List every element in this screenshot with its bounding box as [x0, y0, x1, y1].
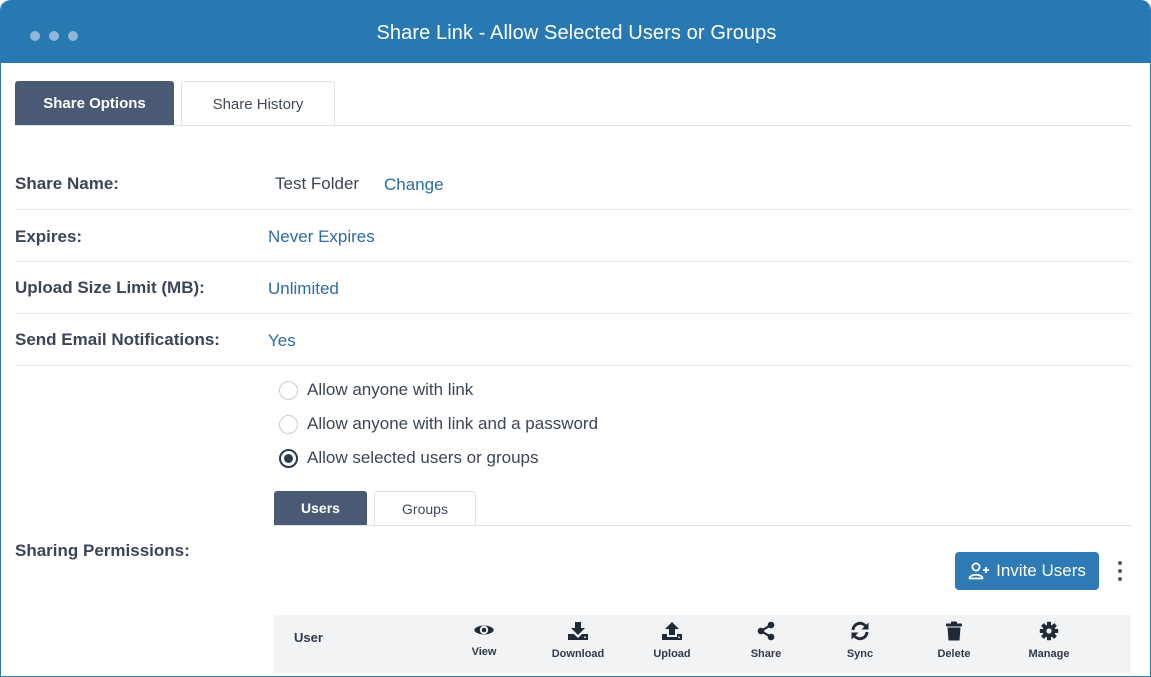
sharing-permissions-label: Sharing Permissions:	[15, 541, 190, 560]
radio-option-anyone-with-link-password[interactable]: Allow anyone with link and a password	[279, 413, 598, 435]
invite-users-label: Invite Users	[996, 561, 1086, 580]
upload-limit-value-link[interactable]: Unlimited	[268, 279, 339, 299]
email-notifications-value-link[interactable]: Yes	[268, 331, 296, 351]
email-notifications-label: Send Email Notifications:	[15, 330, 220, 349]
row-divider	[15, 209, 1131, 210]
share-name-value: Test Folder	[275, 174, 360, 193]
tab-share-history[interactable]: Share History	[181, 81, 335, 126]
column-header-user: User	[294, 630, 323, 645]
column-header-manage: Manage	[1009, 621, 1089, 660]
row-divider	[15, 365, 1131, 366]
radio-label: Allow anyone with link and a password	[307, 414, 599, 433]
radio-label: Allow anyone with link	[307, 380, 474, 399]
change-share-name-link[interactable]: Change	[384, 175, 444, 195]
column-header-sync: Sync	[820, 621, 900, 660]
share-link-dialog: Share Link - Allow Selected Users or Gro…	[0, 0, 1151, 677]
column-header-download: Download	[538, 621, 618, 660]
subtab-bar-divider	[274, 525, 1131, 526]
radio-button[interactable]	[279, 414, 298, 434]
radio-button-selected[interactable]	[279, 448, 298, 468]
gear-icon	[1039, 621, 1059, 641]
expires-value-link[interactable]: Never Expires	[268, 227, 375, 247]
share-name-label: Share Name:	[15, 174, 119, 193]
title-bar: Share Link - Allow Selected Users or Gro…	[1, 0, 1150, 63]
radio-option-anyone-with-link[interactable]: Allow anyone with link	[279, 379, 473, 401]
upload-icon	[662, 622, 682, 640]
radio-label: Allow selected users or groups	[307, 448, 539, 467]
trash-icon	[946, 621, 962, 641]
upload-limit-label: Upload Size Limit (MB):	[15, 278, 205, 297]
dialog-title: Share Link - Allow Selected Users or Gro…	[376, 22, 777, 44]
tab-bar-divider	[15, 125, 1131, 126]
column-header-delete: Delete	[914, 621, 994, 660]
tab-share-options[interactable]: Share Options	[15, 81, 174, 126]
more-options-icon[interactable]	[1113, 558, 1127, 584]
expires-label: Expires:	[15, 227, 83, 246]
radio-button[interactable]	[279, 380, 298, 400]
eye-icon	[474, 625, 494, 635]
subtab-users[interactable]: Users	[274, 491, 367, 525]
share-icon	[757, 621, 775, 641]
sync-icon	[851, 621, 869, 641]
download-icon	[568, 622, 588, 640]
subtab-groups[interactable]: Groups	[374, 491, 476, 525]
row-divider	[15, 313, 1131, 314]
column-header-upload: Upload	[632, 621, 712, 660]
row-divider	[15, 261, 1131, 262]
column-header-share: Share	[726, 621, 806, 660]
column-header-view: View	[444, 621, 524, 658]
add-user-icon	[968, 562, 990, 580]
invite-users-button[interactable]: Invite Users	[955, 552, 1099, 590]
radio-option-selected-users-groups[interactable]: Allow selected users or groups	[279, 447, 539, 469]
